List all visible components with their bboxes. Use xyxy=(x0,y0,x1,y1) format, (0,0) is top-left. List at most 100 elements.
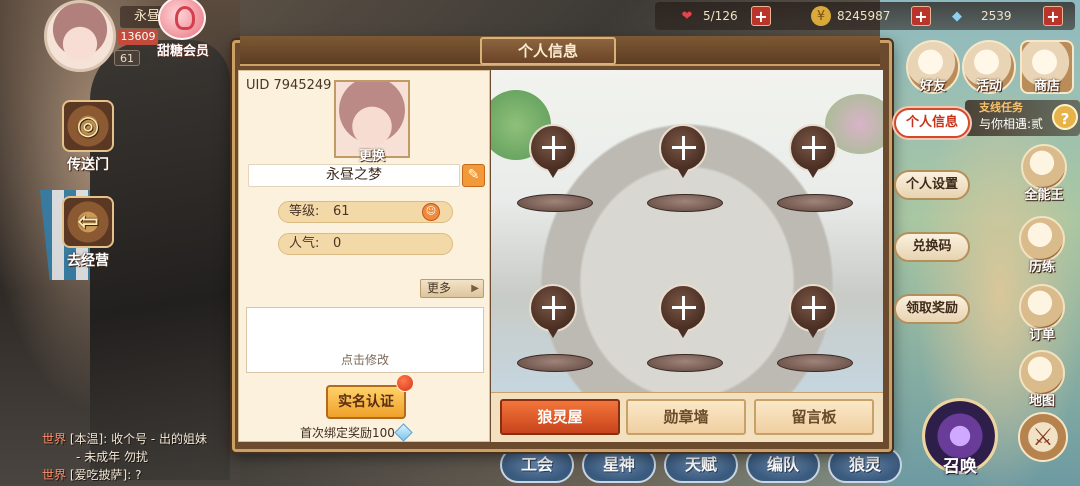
chat-line: 世界 [爱吃披萨]: ? xyxy=(42,466,242,484)
bind-reward-text: 首次绑定奖励100 xyxy=(300,423,413,442)
stamina-value: 5/126 xyxy=(703,9,738,23)
portal-icon: ◎ xyxy=(62,100,114,152)
portal-label: 传送门 xyxy=(67,157,109,173)
back-arrow-icon: ⇦ xyxy=(62,196,114,248)
friends-button[interactable]: 好友 xyxy=(906,40,960,94)
diamond-icon xyxy=(394,423,413,442)
stamina-display: ❤ 5/126 xyxy=(677,5,738,27)
event-button[interactable]: 活动 xyxy=(962,40,1016,94)
more-button[interactable]: 更多 ▶ xyxy=(420,279,484,298)
spirit-slot[interactable] xyxy=(777,284,853,374)
pin-tail xyxy=(547,168,559,178)
plus-icon xyxy=(659,284,707,332)
tab-message-board[interactable]: 留言板 xyxy=(754,399,874,435)
uid-label: UID xyxy=(246,78,270,93)
spirit-slot[interactable] xyxy=(777,124,853,214)
training-icon xyxy=(1019,216,1065,262)
diamond-display: ◆ 2539 xyxy=(947,5,1012,27)
plus-icon: + xyxy=(1043,6,1063,26)
chat-text: - 未成年 勿扰 xyxy=(76,450,148,464)
chat-text: [爱吃披萨]: ? xyxy=(69,468,142,482)
order-label: 订单 xyxy=(1028,328,1055,343)
side-tab-settings[interactable]: 个人设置 xyxy=(894,170,970,200)
pedestal xyxy=(777,194,853,212)
signature-hint: 点击修改 xyxy=(340,353,389,367)
pedestal xyxy=(647,354,723,372)
notification-dot-icon xyxy=(396,374,414,392)
map-label: 地图 xyxy=(1028,394,1055,409)
pedestal xyxy=(517,194,593,212)
plus-icon: + xyxy=(751,6,771,26)
popularity-row: 人气: 0 xyxy=(278,233,453,255)
plus-icon xyxy=(659,124,707,172)
friends-label: 好友 xyxy=(919,79,946,94)
pedestal xyxy=(777,354,853,372)
level-badge-icon: ☺ xyxy=(422,203,440,221)
vip-button[interactable]: 甜糖会员 xyxy=(150,0,216,60)
spirit-slot[interactable] xyxy=(517,284,593,374)
spirit-slot[interactable] xyxy=(517,124,593,214)
crossed-swords-icon: ⚔ xyxy=(1032,423,1054,451)
tab-wolf-house[interactable]: 狼灵屋 xyxy=(500,399,620,435)
star-god-button[interactable]: 星神 xyxy=(582,447,656,483)
change-avatar-label[interactable]: 更换 xyxy=(334,145,410,164)
spirit-slot[interactable] xyxy=(647,124,723,214)
pin-tail xyxy=(807,168,819,178)
question-mark-icon: ? xyxy=(1052,104,1078,130)
player-avatar[interactable] xyxy=(44,0,116,72)
pencil-icon: ✎ xyxy=(467,167,480,183)
pin-tail xyxy=(547,328,559,338)
plus-icon: + xyxy=(911,6,931,26)
vip-label: 甜糖会员 xyxy=(156,44,209,59)
chat-line: - 未成年 勿扰 xyxy=(42,448,242,466)
pirate-hat-icon xyxy=(1021,144,1067,190)
training-label: 历练 xyxy=(1028,260,1055,275)
go-manage-label: 去经营 xyxy=(67,253,109,269)
side-tab-profile[interactable]: 个人信息 xyxy=(894,108,970,138)
nickname-field: 永昼之梦 xyxy=(248,164,460,187)
portal-button[interactable]: ◎ 传送门 xyxy=(48,100,128,174)
plus-icon xyxy=(789,284,837,332)
triangle-right-icon: ▶ xyxy=(471,283,479,294)
chat-text: [本温]: 收个号 - 出的姐妹 xyxy=(69,432,208,446)
chat-log[interactable]: 世界 [本温]: 收个号 - 出的姐妹 - 未成年 勿扰 世界 [爱吃披萨]: … xyxy=(42,430,242,484)
side-tab-redeem-code[interactable]: 兑换码 xyxy=(894,232,970,262)
pedestal xyxy=(517,354,593,372)
formation-button[interactable]: 编队 xyxy=(746,447,820,483)
uid-value: 7945249 xyxy=(273,78,332,93)
level-label: 等级: xyxy=(289,204,320,219)
heart-icon: ❤ xyxy=(681,8,693,24)
talent-button[interactable]: 天赋 xyxy=(664,447,738,483)
chat-channel: 世界 xyxy=(42,468,67,482)
go-manage-button[interactable]: ⇦ 去经营 xyxy=(48,196,128,270)
side-tab-claim-reward[interactable]: 领取奖励 xyxy=(894,294,970,324)
training-button[interactable]: 历练 xyxy=(1012,216,1072,275)
level-row: 等级: 61 ☺ xyxy=(278,201,453,223)
spirit-slot[interactable] xyxy=(647,284,723,374)
uid: UID 7945249 xyxy=(246,78,331,93)
gold-value: 8245987 xyxy=(837,9,891,23)
side-quest-tracker[interactable]: 支线任务 与你相遇:贰 ? xyxy=(965,100,1080,136)
real-name-verify-button[interactable]: 实名认证 xyxy=(326,385,406,419)
allround-king-button[interactable]: 全能王 xyxy=(1014,144,1074,203)
map-icon xyxy=(1019,350,1065,396)
lollipop-icon xyxy=(158,0,206,40)
plus-icon xyxy=(789,124,837,172)
map-button[interactable]: 地图 xyxy=(1012,350,1072,409)
tab-medal-wall[interactable]: 勋章墙 xyxy=(626,399,746,435)
order-icon xyxy=(1019,284,1065,330)
pin-tail xyxy=(677,168,689,178)
battle-button[interactable]: ⚔ xyxy=(1018,412,1068,462)
plus-icon xyxy=(529,124,577,172)
order-button[interactable]: 订单 xyxy=(1012,284,1072,343)
popularity-value: 0 xyxy=(333,236,342,251)
summon-label: 召唤 xyxy=(943,457,977,477)
edit-name-button[interactable]: ✎ xyxy=(462,164,485,187)
guild-button[interactable]: 工会 xyxy=(500,447,574,483)
shop-button[interactable]: 商店 xyxy=(1020,40,1074,94)
event-label: 活动 xyxy=(975,79,1002,94)
wolf-spirit-button[interactable]: 狼灵 xyxy=(828,447,902,483)
level-value: 61 xyxy=(333,204,350,219)
pin-tail xyxy=(677,328,689,338)
coin-icon: ¥ xyxy=(811,6,831,26)
